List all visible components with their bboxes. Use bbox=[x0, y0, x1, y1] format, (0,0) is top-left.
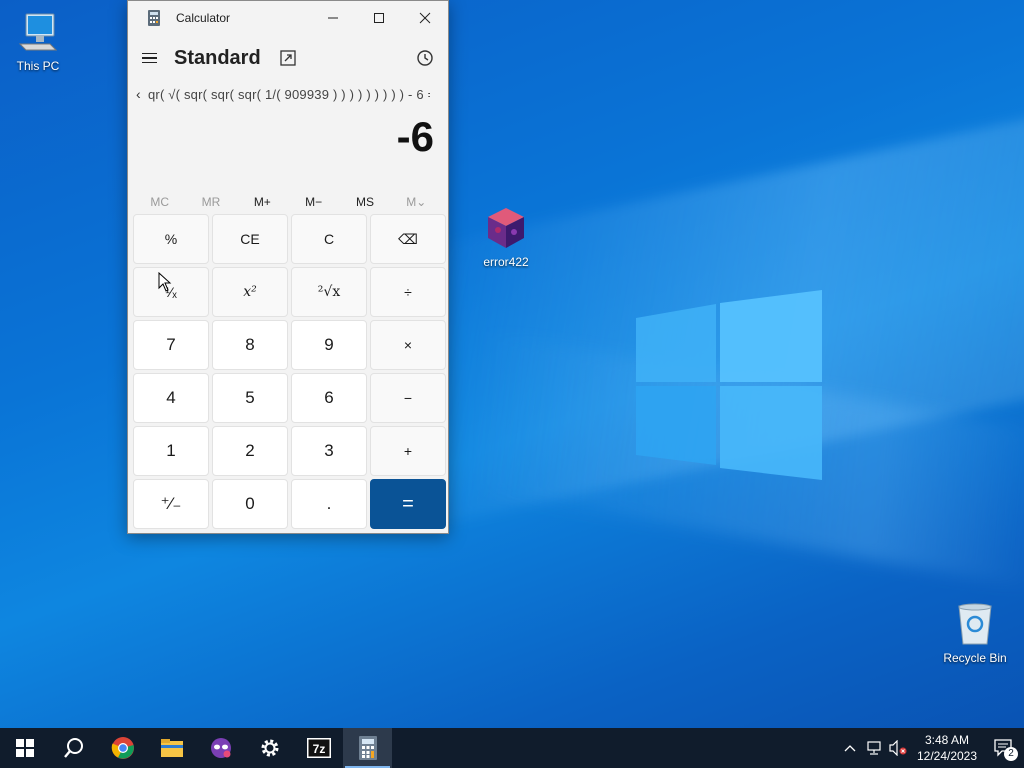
memory-recall-button[interactable]: MR bbox=[185, 195, 236, 209]
digit-1-button[interactable]: 1 bbox=[133, 426, 209, 476]
desktop-icon-this-pc[interactable]: This PC bbox=[0, 10, 76, 73]
minimize-button[interactable] bbox=[310, 1, 356, 35]
expression-bar: ‹ qr( √( sqr( sqr( sqr( 1/( 909939 ) ) )… bbox=[128, 81, 448, 107]
multiply-button[interactable]: × bbox=[370, 320, 446, 370]
volume-button[interactable] bbox=[886, 728, 910, 768]
square-button[interactable]: x² bbox=[212, 267, 288, 317]
digit-7-button[interactable]: 7 bbox=[133, 320, 209, 370]
desktop-icon-recycle-bin[interactable]: Recycle Bin bbox=[937, 602, 1013, 665]
calculator-header: Standard bbox=[128, 35, 448, 81]
taskbar-chrome[interactable] bbox=[98, 728, 147, 768]
clear-entry-button[interactable]: CE bbox=[212, 214, 288, 264]
digit-2-button[interactable]: 2 bbox=[212, 426, 288, 476]
minus-button[interactable]: − bbox=[370, 373, 446, 423]
square-root-button[interactable]: ²√x bbox=[291, 267, 367, 317]
desktop-icon-label: This PC bbox=[16, 59, 60, 73]
maximize-button[interactable] bbox=[356, 1, 402, 35]
windows-start-icon bbox=[15, 739, 34, 757]
taskbar-settings[interactable] bbox=[245, 728, 294, 768]
mask-app-icon bbox=[210, 738, 231, 758]
calculator-icon bbox=[358, 736, 377, 760]
recycle-bin-icon bbox=[958, 603, 992, 645]
clear-button[interactable]: C bbox=[291, 214, 367, 264]
digit-3-button[interactable]: 3 bbox=[291, 426, 367, 476]
calculator-app-icon bbox=[148, 10, 160, 26]
negate-button[interactable]: ⁺⁄₋ bbox=[133, 479, 209, 529]
memory-store-button[interactable]: MS bbox=[339, 195, 390, 209]
digit-5-button[interactable]: 5 bbox=[212, 373, 288, 423]
taskbar-file-explorer[interactable] bbox=[147, 728, 196, 768]
show-hidden-icons-button[interactable] bbox=[838, 728, 862, 768]
svg-text:7z: 7z bbox=[312, 742, 325, 756]
clock-time: 3:48 AM bbox=[924, 733, 970, 747]
computer-icon bbox=[18, 13, 58, 51]
digit-8-button[interactable]: 8 bbox=[212, 320, 288, 370]
plus-button[interactable]: + bbox=[370, 426, 446, 476]
navigation-menu-button[interactable] bbox=[142, 48, 162, 68]
minimize-icon bbox=[328, 17, 338, 19]
keep-on-top-icon[interactable] bbox=[279, 49, 297, 67]
volume-muted-icon bbox=[889, 740, 907, 756]
digit-6-button[interactable]: 6 bbox=[291, 373, 367, 423]
folder-icon bbox=[160, 739, 183, 757]
expression-scroll-left-icon[interactable]: ‹ bbox=[136, 86, 148, 102]
windows-logo-wallpaper bbox=[636, 290, 822, 480]
search-icon bbox=[63, 738, 83, 758]
action-center-button[interactable]: 2 bbox=[984, 728, 1024, 768]
clock-date: 12/24/2023 bbox=[916, 749, 978, 763]
memory-add-button[interactable]: M+ bbox=[237, 195, 288, 209]
chrome-icon bbox=[111, 737, 134, 759]
percent-button[interactable]: % bbox=[133, 214, 209, 264]
result-display: -6 bbox=[396, 113, 434, 160]
memory-clear-button[interactable]: MC bbox=[134, 195, 185, 209]
network-button[interactable] bbox=[862, 728, 886, 768]
mouse-cursor-icon bbox=[158, 272, 172, 292]
taskbar-clock[interactable]: 3:48 AM 12/24/2023 bbox=[910, 732, 984, 764]
backspace-button[interactable]: ⌫ bbox=[370, 214, 446, 264]
start-button[interactable] bbox=[0, 728, 49, 768]
taskbar-7zip[interactable]: 7z bbox=[294, 728, 343, 768]
memory-subtract-button[interactable]: M− bbox=[288, 195, 339, 209]
gear-icon bbox=[261, 739, 278, 757]
keypad: % CE C ⌫ ¹⁄ₓ x² ²√x ÷ 7 8 9 × 4 5 6 − 1 … bbox=[133, 214, 446, 529]
mode-title: Standard bbox=[174, 46, 261, 69]
maximize-icon bbox=[374, 13, 384, 23]
calculator-window: Calculator Standard ‹ qr( √( sqr( sqr( s… bbox=[127, 0, 449, 534]
close-icon bbox=[419, 12, 431, 24]
digit-9-button[interactable]: 9 bbox=[291, 320, 367, 370]
desktop-icon-label: error422 bbox=[483, 255, 529, 269]
search-button[interactable] bbox=[49, 728, 98, 768]
taskbar-app-mask[interactable] bbox=[196, 728, 245, 768]
7zip-icon: 7z bbox=[306, 738, 331, 758]
equals-button[interactable]: = bbox=[370, 479, 446, 529]
calculator-titlebar[interactable]: Calculator bbox=[128, 1, 448, 35]
desktop-icon-label: Recycle Bin bbox=[943, 651, 1007, 665]
taskbar: 7z 3:48 AM 12/24/2023 2 bbox=[0, 728, 1024, 768]
decimal-button[interactable]: . bbox=[291, 479, 367, 529]
notification-count-badge: 2 bbox=[1004, 747, 1018, 761]
network-icon bbox=[867, 741, 881, 755]
chevron-up-icon bbox=[844, 745, 856, 752]
system-tray: 3:48 AM 12/24/2023 2 bbox=[838, 728, 1024, 768]
window-title: Calculator bbox=[176, 11, 231, 25]
taskbar-calculator[interactable] bbox=[343, 728, 392, 768]
memory-list-button[interactable]: M⌄ bbox=[391, 195, 442, 209]
divide-button[interactable]: ÷ bbox=[370, 267, 446, 317]
cube-icon bbox=[488, 208, 524, 248]
close-button[interactable] bbox=[402, 1, 448, 35]
digit-0-button[interactable]: 0 bbox=[212, 479, 288, 529]
desktop-icon-error422[interactable]: error422 bbox=[468, 206, 544, 269]
history-icon[interactable] bbox=[416, 49, 434, 67]
expression-text: qr( √( sqr( sqr( sqr( 1/( 909939 ) ) ) )… bbox=[148, 86, 430, 102]
digit-4-button[interactable]: 4 bbox=[133, 373, 209, 423]
